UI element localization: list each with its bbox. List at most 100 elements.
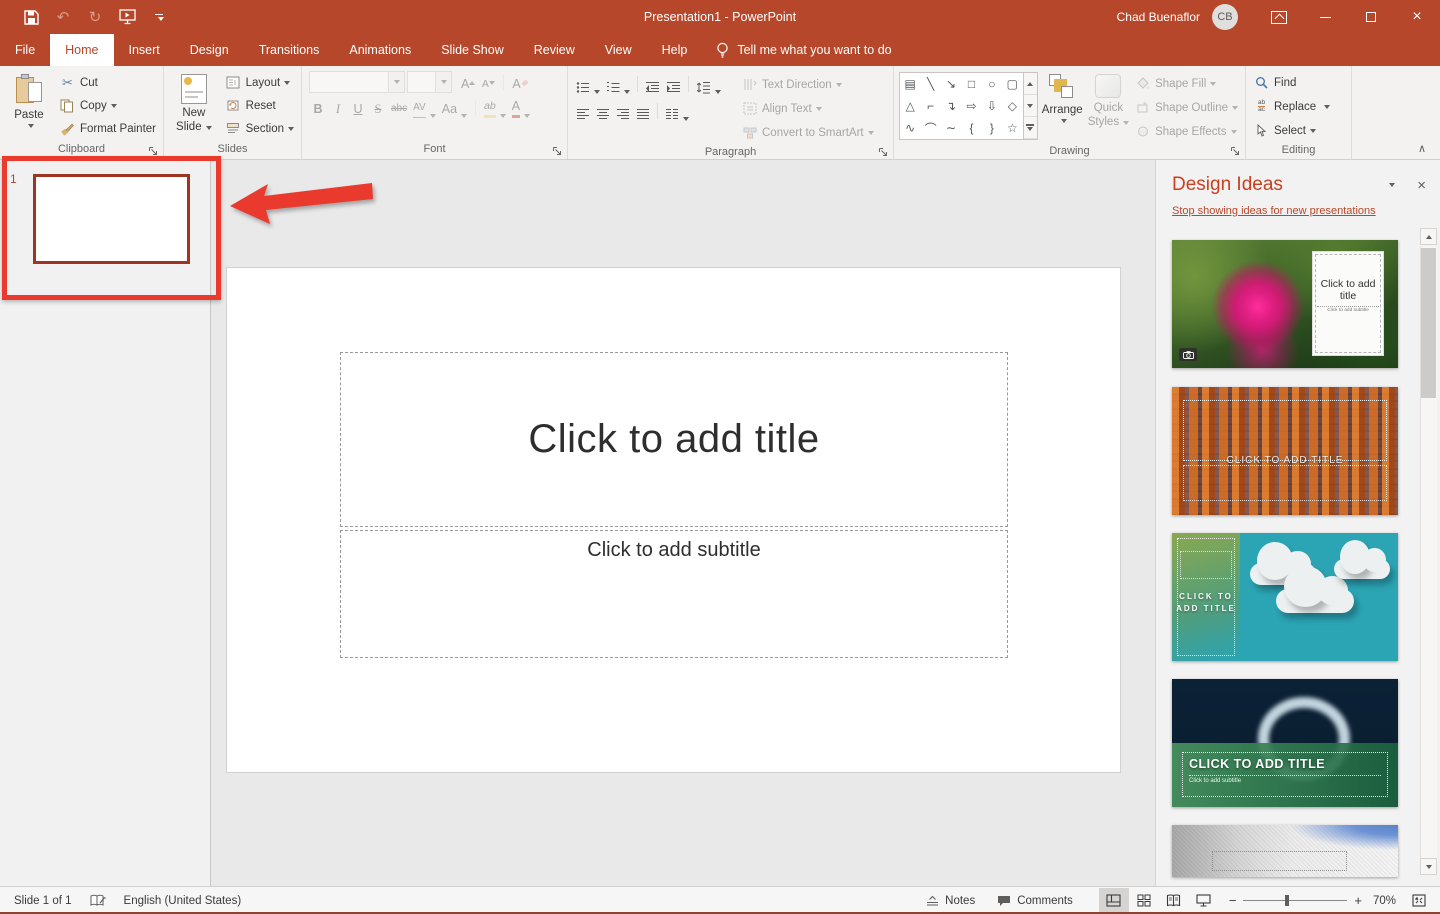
zoom-level[interactable]: 70%	[1362, 895, 1396, 907]
design-idea-card-2[interactable]: CLICK TO ADD TITLE	[1172, 387, 1398, 515]
shape-gallery[interactable]: ▤ ╲ ↘ □ ○ ▢ △ ⌐ ↴ ⇨ ⇩ ◇ ∿ ⌒ ∼ { } ☆	[899, 72, 1024, 140]
italic-button[interactable]: I	[329, 97, 347, 118]
slide-indicator[interactable]: Slide 1 of 1	[14, 895, 72, 907]
fit-slide-to-window-button[interactable]	[1404, 888, 1434, 914]
bullets-button[interactable]	[574, 73, 602, 94]
user-name[interactable]: Chad Buenaflor	[1117, 10, 1200, 24]
slide-sorter-view-button[interactable]	[1129, 888, 1159, 914]
cut-button[interactable]: ✂ Cut	[55, 71, 160, 94]
design-ideas-menu-icon[interactable]	[1389, 183, 1395, 187]
arrange-button[interactable]: Arrange	[1038, 69, 1087, 143]
zoom-slider[interactable]	[1243, 900, 1347, 901]
tab-slide-show[interactable]: Slide Show	[426, 34, 519, 66]
design-scrollbar-thumb[interactable]	[1421, 248, 1436, 398]
design-idea-card-1[interactable]: Click to add title Click to add subtitle	[1172, 240, 1398, 368]
convert-to-smartart-button[interactable]: Convert to SmartArt	[737, 121, 878, 144]
tab-design[interactable]: Design	[175, 34, 244, 66]
paragraph-dialog-launcher[interactable]	[877, 146, 889, 158]
find-button[interactable]: Find	[1249, 71, 1334, 94]
shape-arrow-icon[interactable]: ↘	[941, 74, 961, 94]
start-from-beginning-icon[interactable]	[118, 8, 136, 26]
shape-fill-button[interactable]: Shape Fill	[1130, 72, 1242, 95]
tell-me-box[interactable]: Tell me what you want to do	[702, 34, 905, 66]
justify-button[interactable]	[634, 100, 652, 121]
zoom-in-button[interactable]: +	[1354, 893, 1362, 908]
language-indicator[interactable]: English (United States)	[124, 895, 242, 907]
avatar[interactable]: CB	[1212, 4, 1238, 30]
slide-show-view-button[interactable]	[1189, 888, 1219, 914]
save-icon[interactable]	[22, 8, 40, 26]
shape-gallery-up-button[interactable]	[1024, 73, 1037, 95]
grow-font-button[interactable]: A	[459, 72, 477, 93]
slide-canvas-area[interactable]: Click to add title Click to add subtitle	[211, 160, 1155, 886]
redo-icon[interactable]: ↻	[86, 8, 104, 26]
shape-gallery-more-button[interactable]	[1024, 117, 1037, 139]
customize-qat-icon[interactable]	[150, 8, 168, 26]
font-color-button[interactable]: A	[510, 97, 532, 118]
font-name-combobox[interactable]	[309, 71, 405, 93]
layout-button[interactable]: Layout	[221, 71, 298, 94]
character-spacing-button[interactable]: AV	[411, 97, 438, 118]
bold-button[interactable]: B	[309, 97, 327, 118]
minimize-button[interactable]	[1302, 0, 1348, 34]
shape-triangle-icon[interactable]: △	[900, 96, 920, 116]
normal-view-button[interactable]	[1099, 888, 1129, 914]
title-placeholder[interactable]: Click to add title	[340, 352, 1008, 527]
shape-text-box-icon[interactable]: ▤	[900, 74, 920, 94]
shape-left-brace-icon[interactable]: {	[961, 118, 981, 138]
shrink-font-button[interactable]: A	[479, 72, 497, 93]
font-size-combobox[interactable]	[407, 71, 452, 93]
design-idea-card-5[interactable]	[1172, 825, 1398, 877]
change-case-button[interactable]: Aa	[440, 97, 469, 118]
tab-help[interactable]: Help	[647, 34, 703, 66]
quick-styles-button[interactable]: Quick Styles	[1087, 69, 1130, 143]
increase-indent-button[interactable]	[664, 73, 683, 94]
design-idea-card-3[interactable]: CLICK TOADD TITLE	[1172, 533, 1398, 661]
text-highlight-button[interactable]: ab	[482, 97, 508, 118]
zoom-slider-thumb[interactable]	[1285, 895, 1289, 906]
tab-file[interactable]: File	[0, 34, 50, 66]
spellcheck-icon[interactable]	[90, 894, 106, 908]
replace-button[interactable]: abac Replace	[1249, 95, 1334, 118]
align-text-button[interactable]: Align Text	[737, 97, 878, 120]
shape-outline-button[interactable]: Shape Outline	[1130, 96, 1242, 119]
shape-elbow-arrow-icon[interactable]: ↴	[941, 96, 961, 116]
shape-line-icon[interactable]: ╲	[920, 74, 940, 94]
tab-animations[interactable]: Animations	[334, 34, 426, 66]
reset-button[interactable]: Reset	[221, 94, 298, 117]
font-dialog-launcher[interactable]	[551, 145, 563, 157]
copy-button[interactable]: Copy	[55, 94, 160, 117]
ribbon-display-options-icon[interactable]	[1256, 0, 1302, 34]
reading-view-button[interactable]	[1159, 888, 1189, 914]
strikethrough-button[interactable]: S	[369, 97, 387, 118]
shape-rounded-rectangle-icon[interactable]: ▢	[1002, 74, 1022, 94]
shape-scribble-icon[interactable]: ∿	[900, 118, 920, 138]
shape-rectangle-icon[interactable]: □	[961, 74, 981, 94]
tab-transitions[interactable]: Transitions	[244, 34, 335, 66]
close-button[interactable]: ×	[1394, 0, 1440, 34]
columns-button[interactable]	[663, 100, 691, 121]
drawing-dialog-launcher[interactable]	[1229, 145, 1241, 157]
design-scrollbar-up-button[interactable]	[1420, 228, 1437, 245]
subtitle-placeholder[interactable]: Click to add subtitle	[340, 530, 1008, 658]
slide-editing-surface[interactable]: Click to add title Click to add subtitle	[227, 268, 1120, 772]
paste-button[interactable]: Paste	[3, 69, 55, 141]
shape-elbow-icon[interactable]: ⌐	[920, 96, 940, 116]
tab-review[interactable]: Review	[519, 34, 590, 66]
design-scrollbar-down-button[interactable]	[1420, 858, 1437, 875]
format-painter-button[interactable]: Format Painter	[55, 117, 160, 140]
shape-freeform-icon[interactable]: ◇	[1002, 96, 1022, 116]
shape-star-icon[interactable]: ☆	[1002, 118, 1022, 138]
align-right-button[interactable]	[614, 100, 632, 121]
collapse-ribbon-button[interactable]: ∧	[1418, 142, 1426, 155]
tab-view[interactable]: View	[590, 34, 647, 66]
strikethrough-abc-button[interactable]: abc	[389, 97, 409, 118]
text-direction-button[interactable]: Text Direction	[737, 73, 878, 96]
shape-arc-icon[interactable]: ⌒	[920, 118, 940, 138]
align-center-button[interactable]	[594, 100, 612, 121]
decrease-indent-button[interactable]	[643, 73, 662, 94]
line-spacing-button[interactable]	[694, 73, 723, 94]
underline-button[interactable]: U	[349, 97, 367, 118]
shape-right-arrow-icon[interactable]: ⇨	[961, 96, 981, 116]
shape-down-arrow-icon[interactable]: ⇩	[982, 96, 1002, 116]
